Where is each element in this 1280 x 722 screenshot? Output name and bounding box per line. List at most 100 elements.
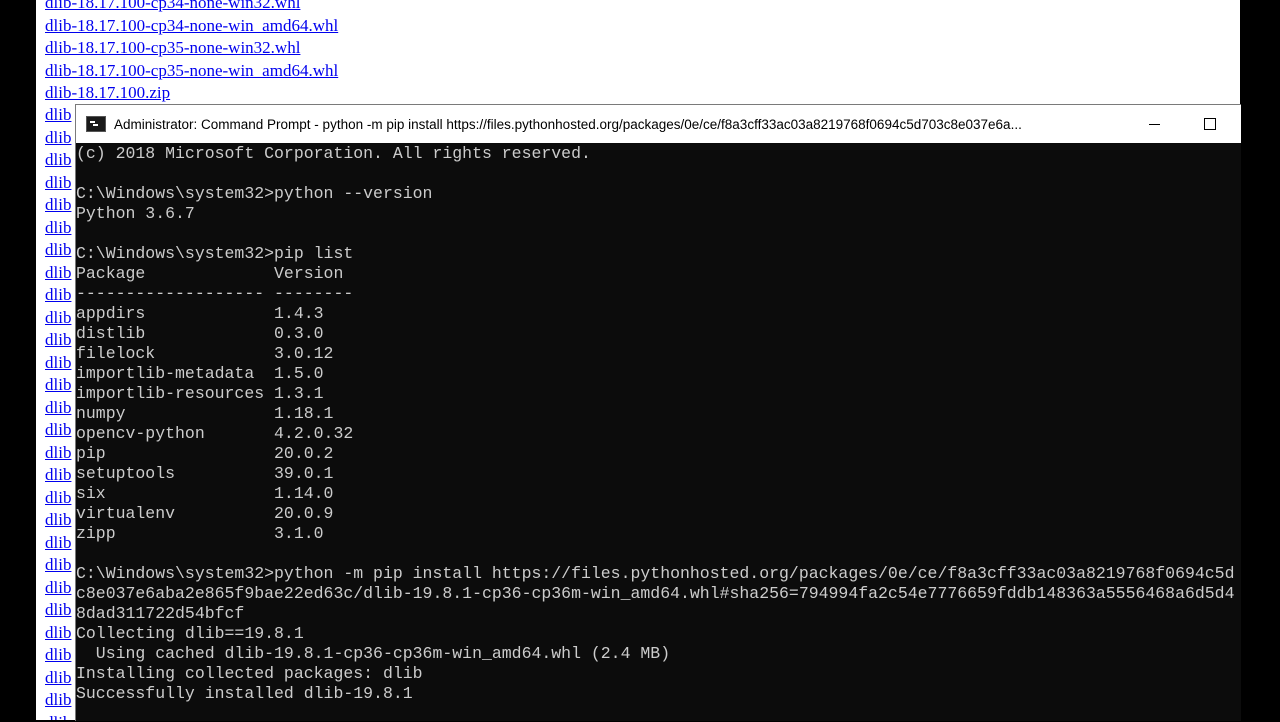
- download-link[interactable]: dlib: [45, 353, 71, 372]
- download-link[interactable]: dlib: [45, 330, 71, 349]
- list-item: dlib: [45, 689, 71, 712]
- download-link[interactable]: dlib: [45, 555, 71, 574]
- console-line: Python 3.6.7: [76, 204, 195, 223]
- download-link[interactable]: dlib: [45, 600, 71, 619]
- download-link[interactable]: dlib: [45, 668, 71, 687]
- download-link[interactable]: dlib-18.17.100-cp35-none-win32.whl: [45, 38, 300, 57]
- list-item: dlib: [45, 262, 71, 285]
- list-item: dlib: [45, 622, 71, 645]
- download-link[interactable]: dlib: [45, 195, 71, 214]
- list-item: dlib: [45, 329, 71, 352]
- list-item: dlib: [45, 667, 71, 690]
- download-link[interactable]: dlib-18.17.100-cp34-none-win_amd64.whl: [45, 16, 338, 35]
- download-link[interactable]: dlib: [45, 713, 71, 721]
- list-item: dlib: [45, 487, 71, 510]
- console-line: Using cached dlib-19.8.1-cp36-cp36m-win_…: [76, 644, 671, 663]
- list-item: dlib-18.17.100-cp34-none-win32.whl: [45, 0, 338, 15]
- list-item: dlib-18.17.100-cp35-none-win32.whl: [45, 37, 338, 60]
- console-line: importlib-resources 1.3.1: [76, 384, 324, 403]
- download-link[interactable]: dlib: [45, 420, 71, 439]
- console-line: Collecting dlib==19.8.1: [76, 624, 304, 643]
- list-item: dlib: [45, 284, 71, 307]
- list-item: dlib: [45, 419, 71, 442]
- list-item: dlib: [45, 104, 71, 127]
- download-link[interactable]: dlib: [45, 128, 71, 147]
- maximize-button[interactable]: [1182, 105, 1238, 143]
- download-link[interactable]: dlib: [45, 105, 71, 124]
- list-item: dlib: [45, 374, 71, 397]
- console-line: importlib-metadata 1.5.0: [76, 364, 324, 383]
- download-link[interactable]: dlib: [45, 510, 71, 529]
- list-item: dlib: [45, 239, 71, 262]
- list-item: dlib: [45, 577, 71, 600]
- list-item: dlib: [45, 554, 71, 577]
- minimize-icon: [1148, 123, 1160, 125]
- command-prompt-window[interactable]: Administrator: Command Prompt - python -…: [75, 104, 1241, 721]
- list-item: dlib: [45, 307, 71, 330]
- download-link[interactable]: dlib: [45, 375, 71, 394]
- list-item: dlib-18.17.100-cp34-none-win_amd64.whl: [45, 15, 338, 38]
- console-line: six 1.14.0: [76, 484, 334, 503]
- download-link[interactable]: dlib: [45, 690, 71, 709]
- list-item: dlib: [45, 712, 71, 721]
- console-line: C:\Windows\system32>pip list: [76, 244, 354, 263]
- download-link[interactable]: dlib: [45, 285, 71, 304]
- console-line: Successfully installed dlib-19.8.1: [76, 684, 413, 703]
- list-item: dlib: [45, 532, 71, 555]
- download-link[interactable]: dlib: [45, 173, 71, 192]
- list-item: dlib: [45, 127, 71, 150]
- download-link[interactable]: dlib: [45, 150, 71, 169]
- list-item: dlib: [45, 464, 71, 487]
- console-line: zipp 3.1.0: [76, 524, 324, 543]
- download-link[interactable]: dlib: [45, 645, 71, 664]
- list-item: dlib: [45, 352, 71, 375]
- list-item: dlib: [45, 217, 71, 240]
- console-line: C:\Windows\system32>python -m pip instal…: [76, 564, 1235, 583]
- console-line: appdirs 1.4.3: [76, 304, 324, 323]
- download-link[interactable]: dlib-18.17.100-cp34-none-win32.whl: [45, 0, 300, 12]
- download-link[interactable]: dlib: [45, 308, 71, 327]
- console-line: distlib 0.3.0: [76, 324, 324, 343]
- list-item: dlib: [45, 509, 71, 532]
- window-title-bar[interactable]: Administrator: Command Prompt - python -…: [76, 105, 1241, 143]
- console-line: ------------------- --------: [76, 284, 354, 303]
- console-line: filelock 3.0.12: [76, 344, 334, 363]
- download-link[interactable]: dlib: [45, 465, 71, 484]
- console-line: Package Version: [76, 264, 344, 283]
- list-item: dlib-18.17.100.zip: [45, 82, 338, 105]
- download-link-list: dlib-18.17.100-cp34-none-win32.whl dlib-…: [45, 0, 338, 105]
- download-link[interactable]: dlib-18.17.100-cp35-none-win_amd64.whl: [45, 61, 338, 80]
- download-link[interactable]: dlib: [45, 443, 71, 462]
- download-link[interactable]: dlib: [45, 533, 71, 552]
- list-item: dlib: [45, 442, 71, 465]
- console-output[interactable]: (c) 2018 Microsoft Corporation. All righ…: [76, 143, 1241, 722]
- download-link[interactable]: dlib: [45, 623, 71, 642]
- console-line: virtualenv 20.0.9: [76, 504, 334, 523]
- console-line: (c) 2018 Microsoft Corporation. All righ…: [76, 144, 591, 163]
- download-link[interactable]: dlib: [45, 398, 71, 417]
- download-link[interactable]: dlib: [45, 218, 71, 237]
- list-item: dlib: [45, 149, 71, 172]
- download-link[interactable]: dlib: [45, 488, 71, 507]
- list-item: dlib: [45, 599, 71, 622]
- download-link[interactable]: dlib: [45, 240, 71, 259]
- list-item: dlib-18.17.100-cp35-none-win_amd64.whl: [45, 60, 338, 83]
- console-line: pip 20.0.2: [76, 444, 334, 463]
- occluded-link-list: dlib dlib dlib dlib dlib dlib dlib dlib dlib dlib…: [45, 104, 71, 720]
- console-line: 8dad311722d54bfcf: [76, 604, 245, 623]
- list-item: dlib: [45, 644, 71, 667]
- download-link[interactable]: dlib-18.17.100.zip: [45, 83, 170, 102]
- minimize-button[interactable]: [1126, 105, 1182, 143]
- download-link[interactable]: dlib: [45, 263, 71, 282]
- console-line: C:\Windows\system32>python --version: [76, 184, 433, 203]
- download-link[interactable]: dlib: [45, 578, 71, 597]
- list-item: dlib: [45, 397, 71, 420]
- maximize-icon: [1204, 118, 1216, 130]
- list-item: dlib: [45, 172, 71, 195]
- console-line: numpy 1.18.1: [76, 404, 334, 423]
- console-line: Installing collected packages: dlib: [76, 664, 423, 683]
- command-prompt-icon: [86, 116, 106, 132]
